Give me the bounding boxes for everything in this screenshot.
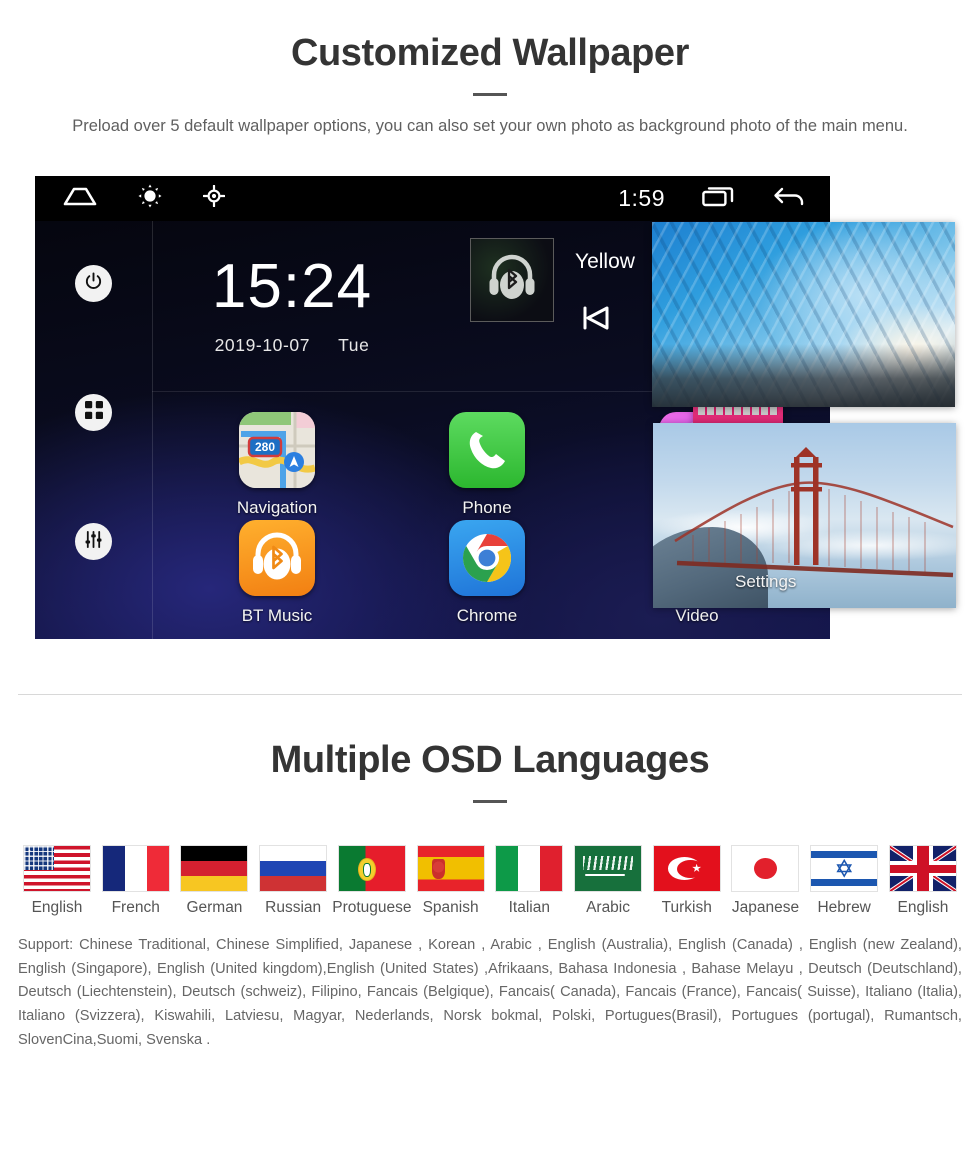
app-label: Phone <box>462 497 512 517</box>
clock-widget[interactable]: 15:24 2019-10-07 Tue <box>152 221 432 391</box>
flag-label: German <box>186 899 243 917</box>
clock-time: 15:24 <box>211 252 373 322</box>
golden-gate-bridge-art <box>653 423 956 609</box>
flag-list: English French German Russian Protuguese… <box>18 845 962 917</box>
home-icon[interactable] <box>63 186 97 211</box>
settings-label: Settings <box>735 572 797 592</box>
flag-item-spanish[interactable]: Spanish <box>412 845 490 917</box>
portugal-flag-icon <box>337 845 406 893</box>
italy-flag-icon <box>495 845 564 893</box>
power-icon <box>84 272 103 296</box>
germany-flag-icon <box>180 845 249 893</box>
turkey-flag-icon <box>652 845 721 893</box>
flag-item-hebrew[interactable]: Hebrew <box>805 845 883 917</box>
israel-flag-icon <box>810 845 879 893</box>
flag-label: French <box>111 899 160 917</box>
gps-target-icon[interactable] <box>202 185 226 212</box>
flag-label: Italian <box>508 899 550 917</box>
osd-languages-section: Multiple OSD Languages English French Ge… <box>0 695 980 1052</box>
svg-text:280: 280 <box>255 440 275 454</box>
app-label: Video <box>675 606 719 626</box>
recents-icon[interactable] <box>702 185 736 212</box>
customized-wallpaper-section: Customized Wallpaper Preload over 5 defa… <box>0 0 980 696</box>
ice-cave-wallpaper-thumbnail[interactable] <box>652 222 955 408</box>
equalizer-button[interactable] <box>75 523 112 561</box>
flag-label: Spanish <box>422 899 479 917</box>
bridge-structure <box>674 447 954 578</box>
osd-title: Multiple OSD Languages <box>270 739 710 782</box>
flag-label: Turkish <box>661 899 712 917</box>
chrome-icon <box>449 520 525 597</box>
flag-label: Arabic <box>586 899 630 917</box>
apps-button[interactable] <box>75 394 112 432</box>
maps-icon: 280 <box>239 411 315 488</box>
status-bar-time: 1:59 <box>618 185 665 212</box>
flag-item-german[interactable]: German <box>175 845 253 917</box>
power-button[interactable] <box>75 265 112 303</box>
album-art <box>470 238 554 323</box>
supported-languages-text: Support: Chinese Traditional, Chinese Si… <box>18 937 962 1048</box>
russia-flag-icon <box>259 845 328 893</box>
flag-item-italian[interactable]: Italian <box>490 845 568 917</box>
page-title: Customized Wallpaper <box>290 32 690 74</box>
flag-item-russian[interactable]: Russian <box>254 845 332 917</box>
osd-title-underline-rule <box>473 800 507 804</box>
equalizer-sliders-icon <box>84 530 103 554</box>
star-of-david-icon <box>836 859 853 879</box>
saudi-arabia-flag-icon <box>574 845 643 893</box>
flag-item-english-uk[interactable]: English <box>884 845 962 917</box>
bluetooth-headphones-icon <box>239 520 315 597</box>
flag-label: Protuguese <box>332 899 412 917</box>
spain-flag-icon <box>416 845 485 893</box>
app-chrome[interactable]: Chrome <box>382 519 592 628</box>
japan-flag-icon <box>731 845 800 893</box>
ice-cave-wallpaper-art <box>652 222 955 408</box>
flag-item-french[interactable]: French <box>97 845 175 917</box>
phone-handset-icon <box>449 411 525 488</box>
back-arrow-icon[interactable] <box>773 185 805 212</box>
bluetooth-headphones-icon <box>485 251 539 310</box>
app-label: BT Music <box>241 606 313 626</box>
flag-label: Japanese <box>731 899 800 917</box>
left-rail <box>35 221 152 639</box>
flag-label: English <box>31 899 83 917</box>
golden-gate-bridge-wallpaper-thumbnail[interactable] <box>653 423 956 609</box>
track-name: Yellow <box>575 250 635 274</box>
flag-label: English <box>897 899 949 917</box>
head-unit-screenshot: 1:59 15:24 2019-10-07 Tue Yellow 280 Nav… <box>35 176 956 640</box>
title-underline-rule <box>473 92 507 96</box>
uk-flag-icon <box>888 845 957 893</box>
previous-track-icon[interactable] <box>581 303 613 338</box>
app-bt-music[interactable]: BT Music <box>172 519 382 628</box>
flag-item-english-us[interactable]: English <box>18 845 96 917</box>
us-flag-icon <box>23 845 91 893</box>
clock-weekday: Tue <box>338 335 370 356</box>
clock-date: 2019-10-07 <box>214 335 311 356</box>
flag-item-arabic[interactable]: Arabic <box>569 845 647 917</box>
app-label: Navigation <box>236 497 318 517</box>
flag-label: Russian <box>265 899 322 917</box>
flag-item-turkish[interactable]: Turkish <box>648 845 726 917</box>
clock-date-row: 2019-10-07 Tue <box>215 335 370 356</box>
france-flag-icon <box>101 845 170 893</box>
flag-item-japanese[interactable]: Japanese <box>726 845 804 917</box>
brightness-icon[interactable] <box>138 184 162 213</box>
grid-apps-icon <box>84 401 103 424</box>
status-bar: 1:59 <box>35 176 830 222</box>
wallpaper-subtitle: Preload over 5 default wallpaper options… <box>72 116 908 135</box>
flag-label: Hebrew <box>817 899 871 917</box>
app-phone[interactable]: Phone <box>382 410 592 519</box>
app-label: Chrome <box>456 606 518 626</box>
app-navigation[interactable]: 280 Navigation <box>172 410 382 519</box>
flag-item-portuguese[interactable]: Protuguese <box>332 845 412 917</box>
